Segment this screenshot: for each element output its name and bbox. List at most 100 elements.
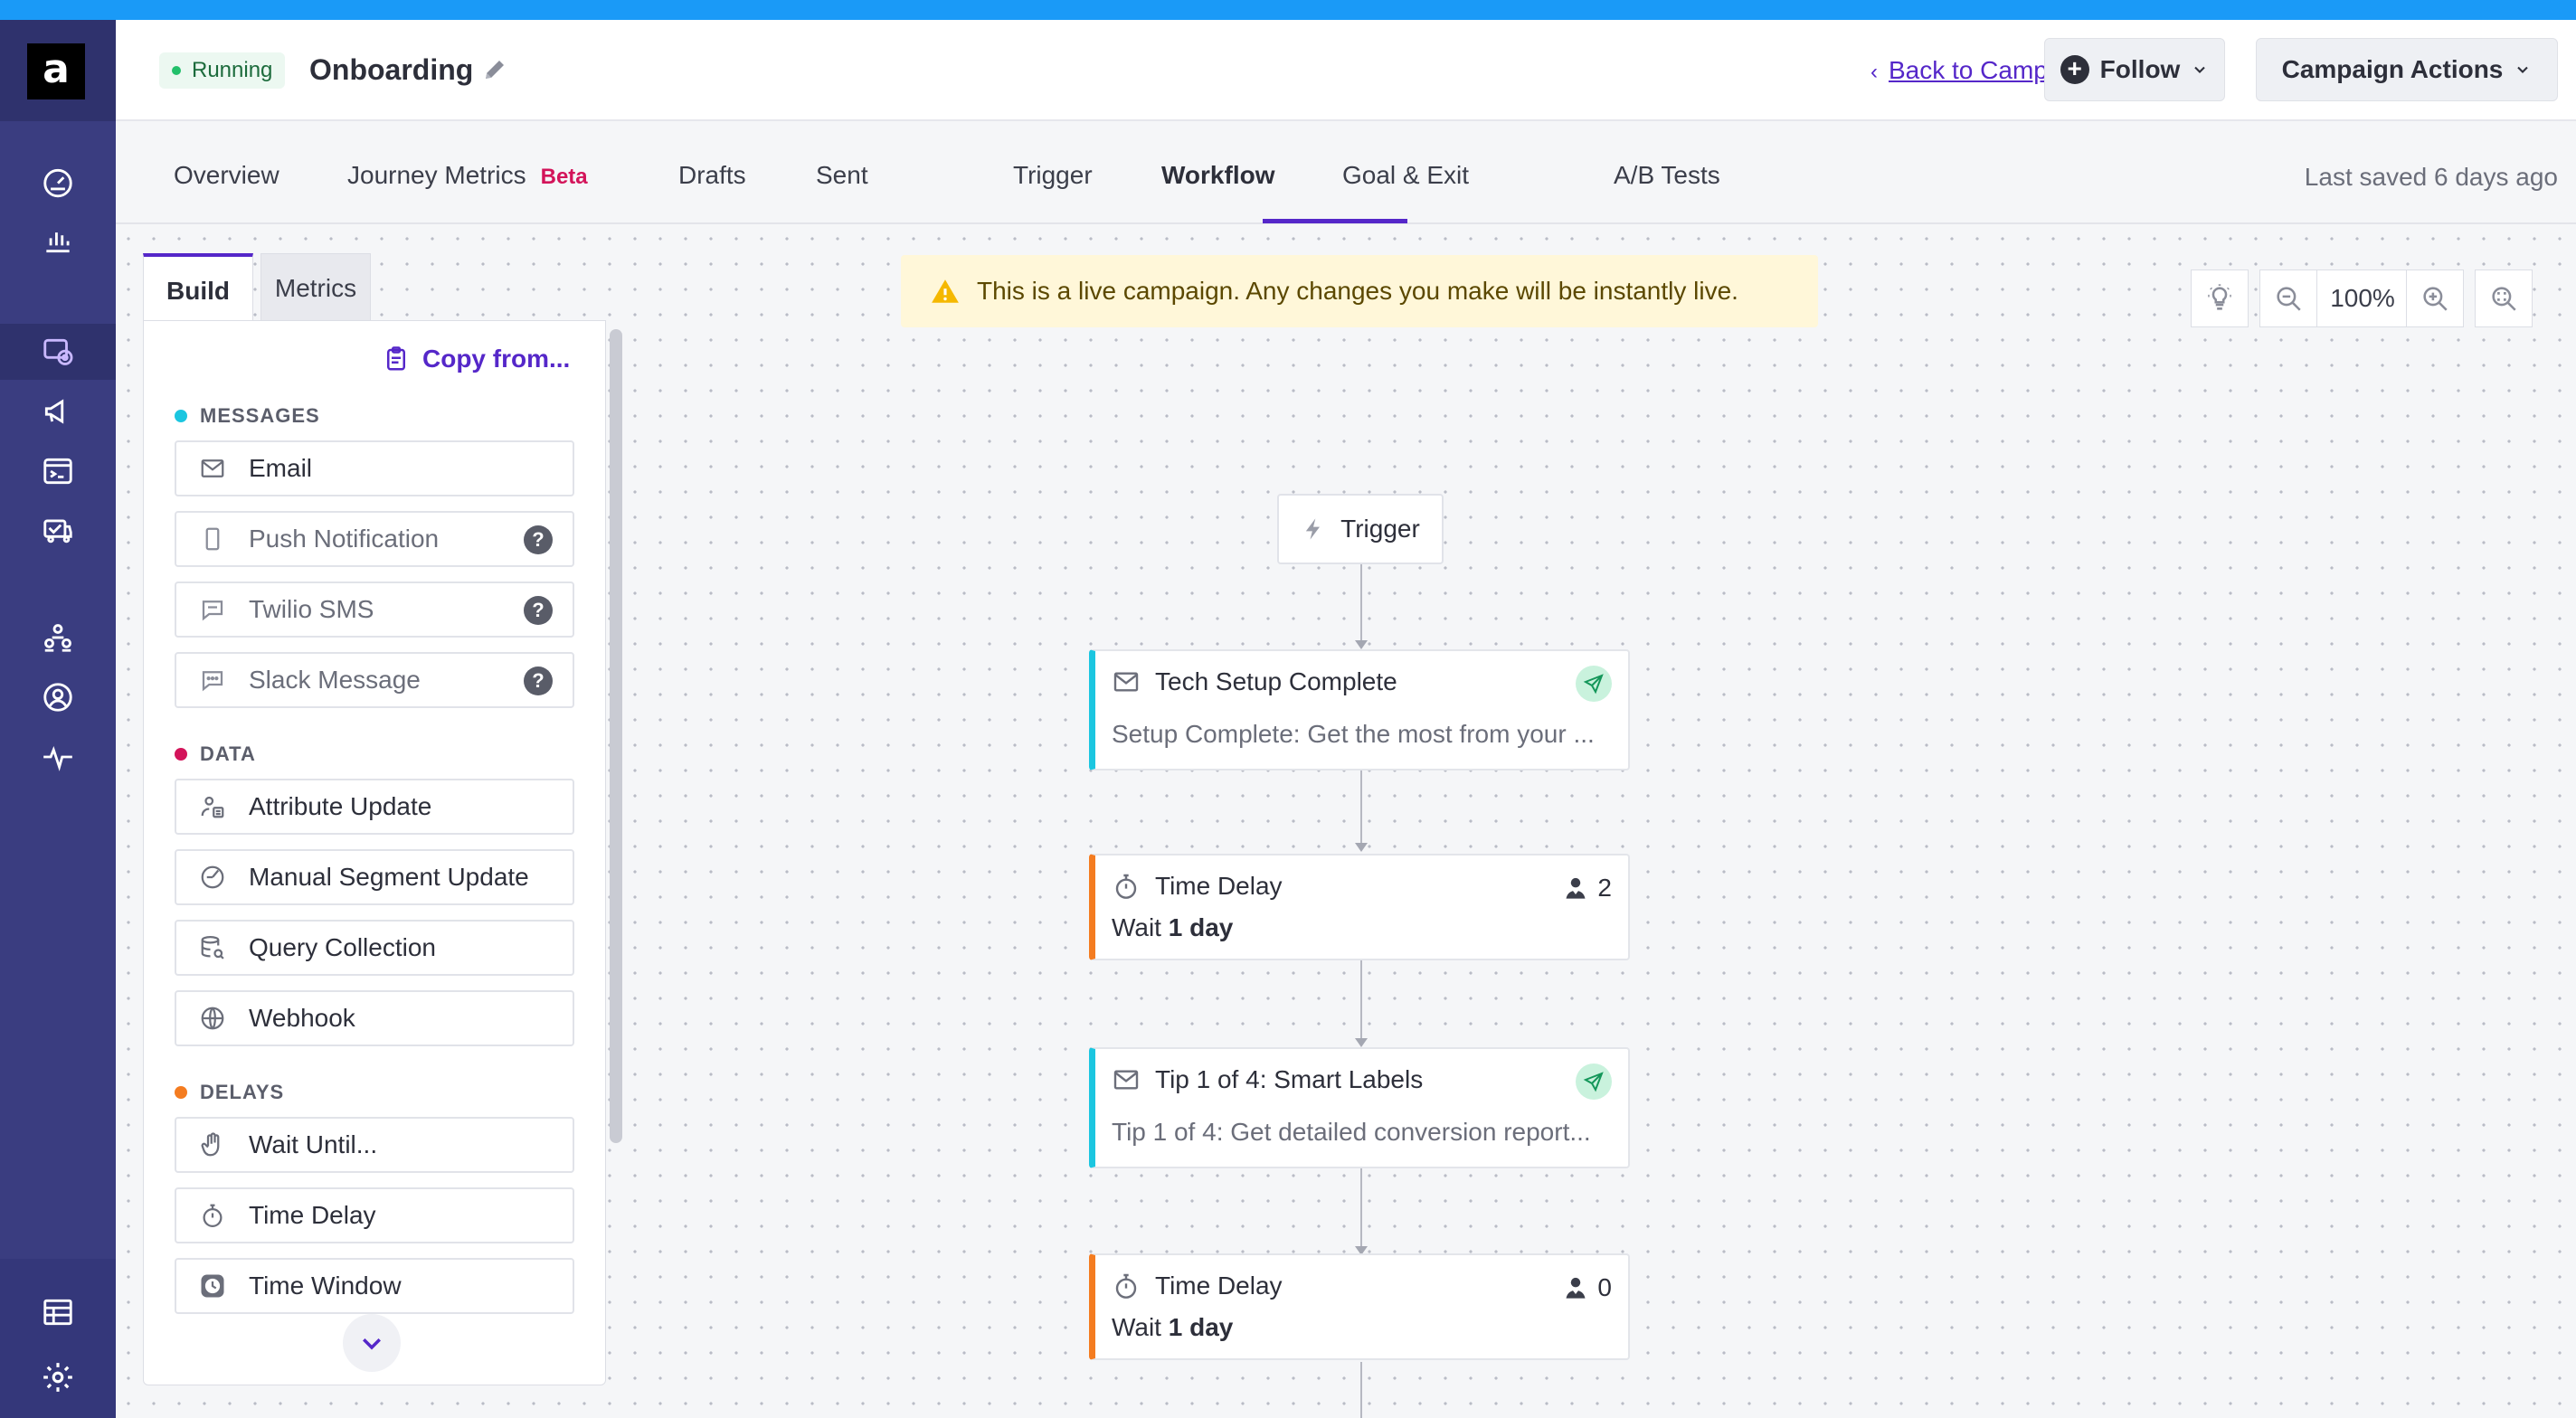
block-push-notification[interactable]: Push Notification ? bbox=[175, 511, 574, 567]
node-title: Tip 1 of 4: Smart Labels bbox=[1112, 1065, 1423, 1094]
transactional-icon[interactable] bbox=[0, 503, 116, 559]
campaign-tabs: Overview Journey Metrics Beta Drafts Sent… bbox=[116, 123, 2576, 224]
data-dot bbox=[175, 748, 187, 761]
segments-icon[interactable] bbox=[0, 610, 116, 666]
activity-icon[interactable] bbox=[0, 729, 116, 785]
lightbulb-icon bbox=[2208, 284, 2231, 310]
panel-scrollbar[interactable] bbox=[608, 324, 626, 1147]
live-banner-text: This is a live campaign. Any changes you… bbox=[977, 277, 1738, 305]
tab-journey-metrics[interactable]: Journey Metrics Beta bbox=[347, 157, 588, 195]
broadcasts-icon[interactable] bbox=[0, 383, 116, 440]
paper-plane-icon bbox=[1576, 1064, 1612, 1100]
database-search-icon bbox=[198, 933, 227, 962]
follow-button[interactable]: + Follow bbox=[2044, 38, 2225, 101]
scrollbar-thumb[interactable] bbox=[610, 329, 622, 1143]
stopwatch-icon bbox=[198, 1201, 227, 1230]
block-attribute-update[interactable]: Attribute Update bbox=[175, 779, 574, 835]
running-dot bbox=[172, 66, 181, 75]
clock-icon bbox=[198, 1271, 227, 1300]
copy-from-button[interactable]: Copy from... bbox=[383, 345, 570, 373]
wait-prefix: Wait bbox=[1112, 1313, 1169, 1341]
block-attribute-label: Attribute Update bbox=[249, 792, 432, 820]
sidebar: a bbox=[0, 20, 116, 1418]
help-icon[interactable]: ? bbox=[524, 596, 553, 625]
connector-arrow bbox=[1355, 640, 1368, 649]
tab-goal-exit[interactable]: Goal & Exit bbox=[1342, 157, 1469, 194]
block-query-label: Query Collection bbox=[249, 933, 436, 961]
block-query-collection[interactable]: Query Collection bbox=[175, 920, 574, 976]
section-data: DATA bbox=[175, 742, 256, 766]
warning-icon bbox=[932, 279, 959, 303]
workflow-node-email[interactable]: Tip 1 of 4: Smart Labels Tip 1 of 4: Get… bbox=[1089, 1047, 1630, 1168]
block-manual-segment-update[interactable]: Manual Segment Update bbox=[175, 849, 574, 905]
wait-duration: 1 day bbox=[1168, 913, 1234, 941]
pencil-icon[interactable] bbox=[481, 56, 508, 83]
envelope-icon bbox=[1113, 672, 1139, 692]
block-time-delay-label: Time Delay bbox=[249, 1201, 376, 1229]
block-wait-until[interactable]: Wait Until... bbox=[175, 1117, 574, 1173]
wait-prefix: Wait bbox=[1112, 913, 1169, 941]
segment-pie-icon bbox=[198, 863, 227, 892]
status-badge: Running bbox=[159, 52, 286, 89]
people-count: 2 bbox=[1563, 874, 1612, 903]
campaign-actions-button[interactable]: Campaign Actions bbox=[2256, 38, 2558, 101]
block-slack-message[interactable]: Slack Message ? bbox=[175, 652, 574, 708]
people-count-value: 0 bbox=[1597, 1273, 1612, 1301]
tab-ab-tests[interactable]: A/B Tests bbox=[1614, 157, 1720, 194]
zoom-fit-button[interactable] bbox=[2475, 269, 2533, 327]
block-email[interactable]: Email bbox=[175, 440, 574, 496]
trigger-node-label: Trigger bbox=[1340, 515, 1420, 543]
messages-dot bbox=[175, 410, 187, 422]
block-webhook[interactable]: Webhook bbox=[175, 990, 574, 1046]
node-subtitle: Tip 1 of 4: Get detailed conversion repo… bbox=[1112, 1118, 1591, 1146]
zoom-out-button[interactable] bbox=[2259, 269, 2317, 327]
trigger-node[interactable]: Trigger bbox=[1277, 494, 1444, 564]
block-segment-label: Manual Segment Update bbox=[249, 863, 529, 891]
zoom-in-button[interactable] bbox=[2406, 269, 2464, 327]
tab-overview[interactable]: Overview bbox=[174, 157, 279, 194]
block-time-delay[interactable]: Time Delay bbox=[175, 1187, 574, 1243]
campaigns-icon[interactable] bbox=[0, 324, 116, 380]
beta-badge: Beta bbox=[540, 165, 588, 189]
node-title-text: Time Delay bbox=[1155, 872, 1283, 900]
globe-icon bbox=[198, 1004, 227, 1033]
settings-icon[interactable] bbox=[0, 1349, 116, 1405]
connector-line bbox=[1360, 1362, 1362, 1418]
block-time-window-label: Time Window bbox=[249, 1271, 402, 1300]
section-delays: DELAYS bbox=[175, 1081, 284, 1104]
theme-toggle-button[interactable] bbox=[2191, 269, 2249, 327]
campaign-header: Running Onboarding ‹ Back to Campaigns + … bbox=[116, 20, 2576, 121]
lightning-icon bbox=[1306, 518, 1321, 540]
node-subtitle: Setup Complete: Get the most from your .… bbox=[1112, 720, 1595, 748]
workflow-node-email[interactable]: Tech Setup Complete Setup Complete: Get … bbox=[1089, 649, 1630, 770]
clipboard-icon bbox=[387, 346, 405, 371]
content-icon[interactable] bbox=[0, 1284, 116, 1340]
campaign-title: Onboarding bbox=[309, 53, 474, 86]
plus-circle-icon: + bbox=[2060, 55, 2089, 84]
tab-workflow[interactable]: Workflow bbox=[1161, 157, 1274, 194]
node-title-text: Time Delay bbox=[1155, 1271, 1283, 1300]
app-logo[interactable]: a bbox=[27, 43, 85, 99]
node-subtitle: Wait 1 day bbox=[1112, 1313, 1618, 1342]
zoom-level: 100% bbox=[2317, 269, 2408, 327]
block-time-window[interactable]: Time Window bbox=[175, 1258, 574, 1314]
tab-trigger[interactable]: Trigger bbox=[1013, 157, 1093, 194]
section-messages-label: MESSAGES bbox=[200, 404, 320, 427]
tab-build[interactable]: Build bbox=[143, 253, 253, 322]
wait-duration: 1 day bbox=[1168, 1313, 1234, 1341]
help-icon[interactable]: ? bbox=[524, 666, 553, 695]
tab-sent[interactable]: Sent bbox=[816, 157, 868, 194]
workflow-node-time-delay[interactable]: Time Delay 2 Wait 1 day bbox=[1089, 854, 1630, 960]
scroll-down-button[interactable] bbox=[343, 1314, 401, 1372]
analytics-icon[interactable] bbox=[0, 212, 116, 268]
people-icon[interactable] bbox=[0, 669, 116, 725]
tab-metrics[interactable]: Metrics bbox=[260, 253, 371, 322]
tab-drafts[interactable]: Drafts bbox=[678, 157, 746, 194]
block-twilio-sms[interactable]: Twilio SMS ? bbox=[175, 581, 574, 638]
chevron-left-icon: ‹ bbox=[1870, 60, 1878, 84]
logo-area: a bbox=[0, 20, 116, 121]
workflow-node-time-delay[interactable]: Time Delay 0 Wait 1 day bbox=[1089, 1253, 1630, 1360]
api-triggered-icon[interactable] bbox=[0, 443, 116, 499]
dashboard-icon[interactable] bbox=[0, 154, 116, 210]
help-icon[interactable]: ? bbox=[524, 525, 553, 554]
